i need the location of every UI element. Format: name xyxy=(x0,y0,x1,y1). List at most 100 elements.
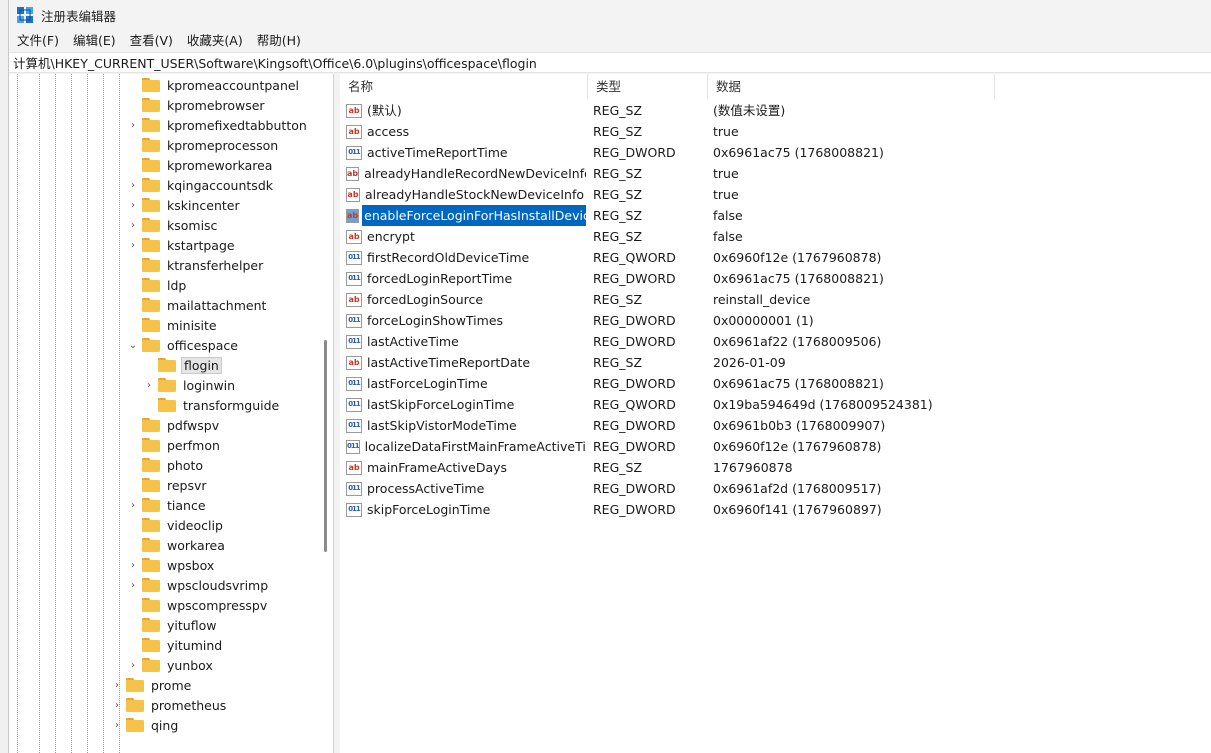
chevron-right-icon[interactable]: › xyxy=(143,375,155,395)
tree-node-ksomisc[interactable]: › ksomisc xyxy=(127,215,219,235)
tree-node-kpromeaccountpanel[interactable]: kpromeaccountpanel xyxy=(127,75,301,95)
value-type: REG_SZ xyxy=(593,355,643,370)
folder-icon xyxy=(142,218,160,232)
tree-node-pdfwspv[interactable]: pdfwspv xyxy=(127,415,221,435)
tree-node-mailattachment[interactable]: mailattachment xyxy=(127,295,268,315)
key-tree[interactable]: kpromeaccountpanel kpromebrowser › kpromefi… xyxy=(9,74,334,753)
tree-node-videoclip[interactable]: videoclip xyxy=(127,515,225,535)
chevron-right-icon[interactable]: › xyxy=(127,195,139,215)
column-header-type[interactable]: 类型 xyxy=(588,74,708,99)
chevron-right-icon[interactable]: › xyxy=(111,695,123,715)
tree-node-label: mailattachment xyxy=(167,297,267,313)
column-header-name[interactable]: 名称 xyxy=(340,74,588,99)
tree-node-wpscloudsvrimp[interactable]: › wpscloudsvrimp xyxy=(127,575,270,595)
window-title: 注册表编辑器 xyxy=(41,8,117,24)
chevron-right-icon[interactable]: › xyxy=(127,235,139,255)
tree-node-transformguide[interactable]: transformguide xyxy=(143,395,281,415)
tree-node-wpsbox[interactable]: › wpsbox xyxy=(127,555,216,575)
tree-scrollbar[interactable] xyxy=(324,340,327,552)
value-row[interactable]: 011 localizeDataFirstMainFrameActiveTime R… xyxy=(340,436,1126,457)
value-type: REG_SZ xyxy=(593,187,643,202)
value-name-cell: 011 skipForceLoginTime xyxy=(340,499,586,520)
tree-node-label: flogin xyxy=(181,356,222,374)
menu-file[interactable]: 文件(F) xyxy=(11,30,65,52)
tree-node-flogin[interactable]: flogin xyxy=(143,355,222,375)
value-row[interactable]: ab alreadyHandleRecordNewDeviceInfo REG_SZ… xyxy=(340,163,1126,184)
chevron-right-icon[interactable]: › xyxy=(127,655,139,675)
menu-edit[interactable]: 编辑(E) xyxy=(67,30,122,52)
value-row[interactable]: 011 processActiveTime REG_DWORD 0x6961af2d … xyxy=(340,478,1126,499)
tree-node-prome[interactable]: › prome xyxy=(111,675,193,695)
tree-node-wpscompresspv[interactable]: wpscompresspv xyxy=(127,595,269,615)
value-row[interactable]: 011 lastSkipForceLoginTime REG_QWORD 0x19ba… xyxy=(340,394,1126,415)
value-row[interactable]: 011 lastSkipVistorModeTime REG_DWORD 0x6961… xyxy=(340,415,1126,436)
value-row[interactable]: 011 activeTimeReportTime REG_DWORD 0x6961ac… xyxy=(340,142,1126,163)
value-row[interactable]: ab lastActiveTimeReportDate REG_SZ 2026-01-… xyxy=(340,352,1126,373)
value-row[interactable]: 011 lastForceLoginTime REG_DWORD 0x6961ac75… xyxy=(340,373,1126,394)
value-row[interactable]: ab mainFrameActiveDays REG_SZ 1767960878 xyxy=(340,457,1126,478)
tree-node-label: workarea xyxy=(167,537,225,553)
chevron-right-icon[interactable]: › xyxy=(111,675,123,695)
tree-node-kstartpage[interactable]: › kstartpage xyxy=(127,235,237,255)
value-name-cell: ab mainFrameActiveDays xyxy=(340,457,586,478)
tree-node-repsvr[interactable]: repsvr xyxy=(127,475,209,495)
value-row[interactable]: ab enableForceLoginForHasInstallDevice REG… xyxy=(340,205,1126,226)
chevron-right-icon xyxy=(127,135,139,155)
menu-favorites[interactable]: 收藏夹(A) xyxy=(181,30,249,52)
tree-node-tiance[interactable]: › tiance xyxy=(127,495,208,515)
value-name: firstRecordOldDeviceTime xyxy=(367,250,530,265)
chevron-right-icon[interactable]: › xyxy=(127,215,139,235)
menu-view[interactable]: 查看(V) xyxy=(124,30,179,52)
tree-node-yunbox[interactable]: › yunbox xyxy=(127,655,215,675)
address-path[interactable]: 计算机\HKEY_CURRENT_USER\Software\Kingsoft\… xyxy=(13,53,537,72)
tree-guide-line xyxy=(119,74,120,753)
tree-node-prometheus[interactable]: › prometheus xyxy=(111,695,228,715)
folder-icon xyxy=(142,598,160,612)
tree-node-perfmon[interactable]: perfmon xyxy=(127,435,222,455)
tree-node-yitumind[interactable]: yitumind xyxy=(127,635,224,655)
value-row[interactable]: ab access REG_SZ true xyxy=(340,121,1126,142)
chevron-right-icon[interactable]: › xyxy=(127,555,139,575)
chevron-right-icon xyxy=(127,75,139,95)
tree-node-kpromeprocesson[interactable]: kpromeprocesson xyxy=(127,135,280,155)
address-bar[interactable]: 计算机\HKEY_CURRENT_USER\Software\Kingsoft\… xyxy=(9,52,1211,73)
value-row[interactable]: ab alreadyHandleStockNewDeviceInfo REG_SZ t… xyxy=(340,184,1126,205)
tree-node-yituflow[interactable]: yituflow xyxy=(127,615,218,635)
value-row[interactable]: 011 lastActiveTime REG_DWORD 0x6961af22 (17… xyxy=(340,331,1126,352)
value-row[interactable]: ab forcedLoginSource REG_SZ reinstall_devic… xyxy=(340,289,1126,310)
folder-icon xyxy=(142,78,160,92)
tree-node-loginwin[interactable]: › loginwin xyxy=(143,375,237,395)
chevron-right-icon[interactable]: › xyxy=(111,715,123,735)
menu-help[interactable]: 帮助(H) xyxy=(251,30,307,52)
value-row[interactable]: 011 skipForceLoginTime REG_DWORD 0x6960f141… xyxy=(340,499,1126,520)
folder-icon xyxy=(142,138,160,152)
value-data: (数值未设置) xyxy=(713,103,786,118)
tree-node-workarea[interactable]: workarea xyxy=(127,535,227,555)
tree-node-kqingaccountsdk[interactable]: › kqingaccountsdk xyxy=(127,175,275,195)
tree-node-ldp[interactable]: ldp xyxy=(127,275,188,295)
value-name-cell: 011 processActiveTime xyxy=(340,478,586,499)
tree-node-ktransferhelper[interactable]: ktransferhelper xyxy=(127,255,265,275)
value-row[interactable]: ab (默认) REG_SZ (数值未设置) xyxy=(340,100,1126,121)
chevron-down-icon[interactable]: ⌄ xyxy=(127,335,139,355)
chevron-right-icon[interactable]: › xyxy=(127,575,139,595)
binary-value-icon: 011 xyxy=(346,418,362,433)
value-row[interactable]: 011 firstRecordOldDeviceTime REG_QWORD 0x69… xyxy=(340,247,1126,268)
tree-node-kpromeworkarea[interactable]: kpromeworkarea xyxy=(127,155,274,175)
tree-node-officespace[interactable]: ⌄ officespace xyxy=(127,335,240,355)
chevron-right-icon[interactable]: › xyxy=(127,175,139,195)
tree-node-qing[interactable]: › qing xyxy=(111,715,180,735)
chevron-right-icon[interactable]: › xyxy=(127,115,139,135)
tree-node-kpromebrowser[interactable]: kpromebrowser xyxy=(127,95,267,115)
tree-node-minisite[interactable]: minisite xyxy=(127,315,219,335)
value-row[interactable]: 011 forcedLoginReportTime REG_DWORD 0x6961a… xyxy=(340,268,1126,289)
tree-node-kpromefixedtabbutton[interactable]: › kpromefixedtabbutton xyxy=(127,115,309,135)
value-type: REG_SZ xyxy=(593,229,643,244)
value-list[interactable]: 名称 类型 数据 ab (默认) REG_SZ (数值未设置) ab access REG_… xyxy=(340,74,1211,753)
column-header-data[interactable]: 数据 xyxy=(708,74,995,99)
value-row[interactable]: ab encrypt REG_SZ false xyxy=(340,226,1126,247)
chevron-right-icon[interactable]: › xyxy=(127,495,139,515)
tree-node-kskincenter[interactable]: › kskincenter xyxy=(127,195,242,215)
tree-node-photo[interactable]: photo xyxy=(127,455,205,475)
value-row[interactable]: 011 forceLoginShowTimes REG_DWORD 0x0000000… xyxy=(340,310,1126,331)
